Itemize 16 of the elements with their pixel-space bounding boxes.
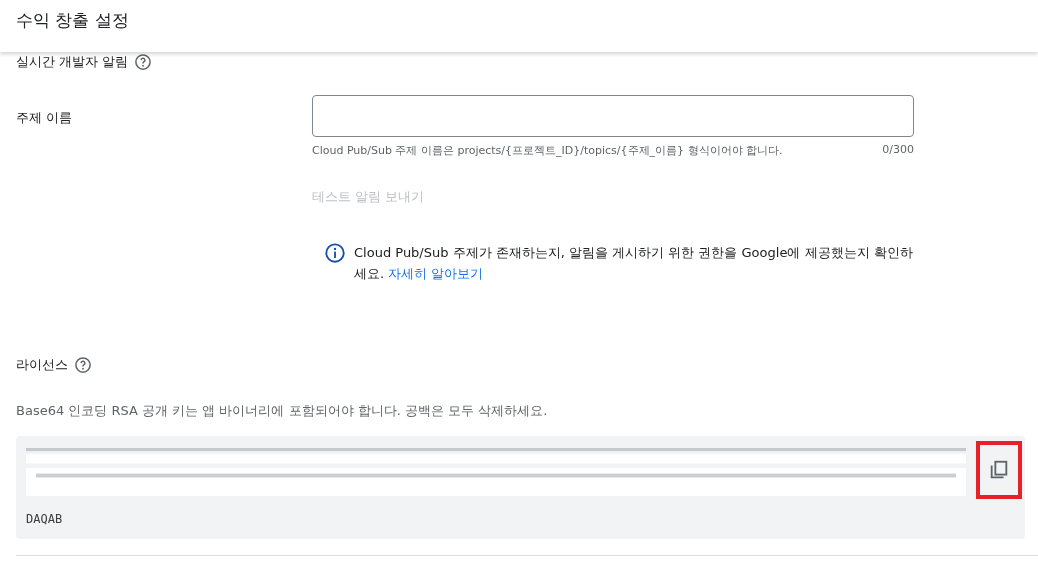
character-counter: 0/300 [882,143,914,158]
page-title: 수익 창출 설정 [16,8,129,32]
copy-icon [988,459,1010,481]
learn-more-link[interactable]: 자세히 알아보기 [388,266,484,281]
help-icon[interactable] [134,53,153,71]
field-label: 주제 이름 [16,109,74,127]
helper-text: Cloud Pub/Sub 주제 이름은 projects/{프로젝트_ID}/topics/{주제_이름} 형식이어야 합니다. [312,143,783,158]
help-icon[interactable] [74,356,92,374]
description-text: Base64 인코딩 RSA 공개 키는 앱 바이너리에 포함되어야 합니다. 공백은 모두 삭제하세요. [16,402,549,420]
section-title: 라이선스 [16,356,68,374]
section-title: 실시간 개발자 알림 [16,53,129,71]
info-icon [324,242,346,264]
input-field[interactable] [312,95,914,137]
info-message: Cloud Pub/Sub 주제가 존재하는지, 알림을 게시하기 위한 권한을 Google에 제공했는지 확인하세요. 자세히 알아보기 [354,244,914,283]
copy-button[interactable] [976,441,1022,499]
key-text: DAQAB [26,512,64,526]
